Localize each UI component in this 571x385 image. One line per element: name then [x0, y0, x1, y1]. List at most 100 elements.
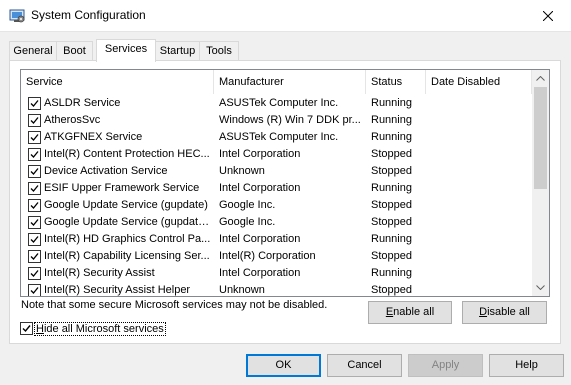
- date-disabled-cell: [431, 95, 531, 112]
- table-row[interactable]: Intel(R) Security Assist Helper Unknown St…: [21, 282, 533, 296]
- scroll-thumb[interactable]: [534, 87, 547, 189]
- table-row[interactable]: Intel(R) Security Assist Intel Corporatio…: [21, 265, 533, 282]
- manufacturer-cell: Unknown: [219, 284, 265, 296]
- tab-boot[interactable]: Boot: [56, 41, 93, 60]
- service-checkbox[interactable]: [28, 199, 41, 212]
- help-button[interactable]: Help: [489, 354, 564, 377]
- service-name-cell: Intel(R) Security Assist: [44, 267, 155, 279]
- manufacturer-cell: ASUSTek Computer Inc.: [219, 97, 339, 109]
- status-cell: Running: [371, 182, 412, 194]
- scroll-up-button[interactable]: [532, 70, 549, 87]
- checkmark-icon: [30, 168, 39, 175]
- checkmark-icon: [22, 325, 31, 333]
- service-checkbox[interactable]: [28, 97, 41, 110]
- table-row[interactable]: ESIF Upper Framework Service Intel Corpor…: [21, 180, 533, 197]
- status-cell: Stopped: [371, 199, 412, 211]
- service-name-cell: Google Update Service (gupdate): [44, 199, 208, 211]
- checkmark-icon: [30, 185, 39, 192]
- list-header: Service Manufacturer Status Date Disable…: [21, 70, 533, 94]
- tab-tools[interactable]: Tools: [199, 41, 239, 60]
- column-header-status[interactable]: Status: [366, 70, 426, 94]
- table-row[interactable]: Google Update Service (gupdatem) Google I…: [21, 214, 533, 231]
- date-disabled-cell: [431, 282, 531, 296]
- service-name-cell: ESIF Upper Framework Service: [44, 182, 200, 194]
- date-disabled-cell: [431, 265, 531, 282]
- service-checkbox[interactable]: [28, 250, 41, 263]
- close-icon: [543, 10, 553, 21]
- checkmark-icon: [30, 100, 39, 107]
- service-checkbox[interactable]: [28, 131, 41, 144]
- manufacturer-cell: ASUSTek Computer Inc.: [219, 131, 339, 143]
- table-row[interactable]: Intel(R) Capability Licensing Ser... Inte…: [21, 248, 533, 265]
- manufacturer-cell: Google Inc.: [219, 199, 276, 211]
- service-checkbox[interactable]: [28, 182, 41, 195]
- service-checkbox[interactable]: [28, 267, 41, 280]
- service-checkbox[interactable]: [28, 284, 41, 296]
- checkmark-icon: [30, 253, 39, 260]
- service-checkbox[interactable]: [28, 165, 41, 178]
- column-header-service[interactable]: Service: [21, 70, 214, 94]
- status-cell: Running: [371, 114, 412, 126]
- status-cell: Running: [371, 131, 412, 143]
- status-cell: Stopped: [371, 284, 412, 296]
- table-row[interactable]: Intel(R) HD Graphics Control Pa... Intel …: [21, 231, 533, 248]
- status-cell: Stopped: [371, 148, 412, 160]
- scroll-down-button[interactable]: [532, 279, 549, 296]
- table-row[interactable]: ASLDR Service ASUSTek Computer Inc. Runnin…: [21, 95, 533, 112]
- date-disabled-cell: [431, 129, 531, 146]
- tab-services[interactable]: Services: [96, 39, 156, 62]
- disable-all-button[interactable]: Disable all: [462, 301, 547, 324]
- manufacturer-cell: Intel(R) Corporation: [219, 250, 316, 262]
- status-cell: Stopped: [371, 165, 412, 177]
- service-checkbox[interactable]: [28, 216, 41, 229]
- status-cell: Running: [371, 233, 412, 245]
- manufacturer-cell: Intel Corporation: [219, 233, 301, 245]
- chevron-up-icon: [536, 76, 545, 81]
- date-disabled-cell: [431, 112, 531, 129]
- enable-all-button[interactable]: Enable all: [368, 301, 452, 324]
- service-name-cell: Device Activation Service: [44, 165, 168, 177]
- checkmark-icon: [30, 117, 39, 124]
- chevron-down-icon: [536, 285, 545, 290]
- manufacturer-cell: Intel Corporation: [219, 267, 301, 279]
- checkmark-icon: [30, 236, 39, 243]
- table-row[interactable]: Intel(R) Content Protection HEC... Intel …: [21, 146, 533, 163]
- service-name-cell: ATKGFNEX Service: [44, 131, 143, 143]
- hide-microsoft-services-checkbox[interactable]: [20, 322, 33, 335]
- manufacturer-cell: Intel Corporation: [219, 148, 301, 160]
- manufacturer-cell: Google Inc.: [219, 216, 276, 228]
- service-name-cell: ASLDR Service: [44, 97, 121, 109]
- service-checkbox[interactable]: [28, 148, 41, 161]
- tab-general[interactable]: General: [9, 41, 57, 60]
- status-cell: Stopped: [371, 216, 412, 228]
- hide-microsoft-services-label: Hide all Microsoft services: [34, 322, 166, 336]
- table-row[interactable]: Google Update Service (gupdate) Google In…: [21, 197, 533, 214]
- cancel-button[interactable]: Cancel: [327, 354, 402, 377]
- service-name-cell: Intel(R) Security Assist Helper: [44, 284, 191, 296]
- date-disabled-cell: [431, 248, 531, 265]
- tab-startup[interactable]: Startup: [155, 41, 200, 60]
- checkmark-icon: [30, 134, 39, 141]
- apply-button[interactable]: Apply: [408, 354, 483, 377]
- checkmark-icon: [30, 151, 39, 158]
- date-disabled-cell: [431, 231, 531, 248]
- services-list[interactable]: Service Manufacturer Status Date Disable…: [20, 69, 550, 297]
- checkmark-icon: [30, 270, 39, 277]
- column-header-manufacturer[interactable]: Manufacturer: [214, 70, 366, 94]
- manufacturer-cell: Windows (R) Win 7 DDK pr...: [219, 114, 361, 126]
- date-disabled-cell: [431, 180, 531, 197]
- column-header-date-disabled[interactable]: Date Disabled: [426, 70, 532, 94]
- service-checkbox[interactable]: [28, 233, 41, 246]
- status-cell: Stopped: [371, 250, 412, 262]
- table-row[interactable]: AtherosSvc Windows (R) Win 7 DDK pr... Run…: [21, 112, 533, 129]
- table-row[interactable]: Device Activation Service Unknown Stopped: [21, 163, 533, 180]
- close-button[interactable]: [525, 0, 571, 31]
- date-disabled-cell: [431, 146, 531, 163]
- status-cell: Running: [371, 97, 412, 109]
- vertical-scrollbar[interactable]: [532, 70, 549, 296]
- ok-button[interactable]: OK: [246, 354, 321, 377]
- service-name-cell: Intel(R) Capability Licensing Ser...: [44, 250, 210, 262]
- title-bar: System Configuration: [0, 0, 571, 32]
- table-row[interactable]: ATKGFNEX Service ASUSTek Computer Inc. Run…: [21, 129, 533, 146]
- service-checkbox[interactable]: [28, 114, 41, 127]
